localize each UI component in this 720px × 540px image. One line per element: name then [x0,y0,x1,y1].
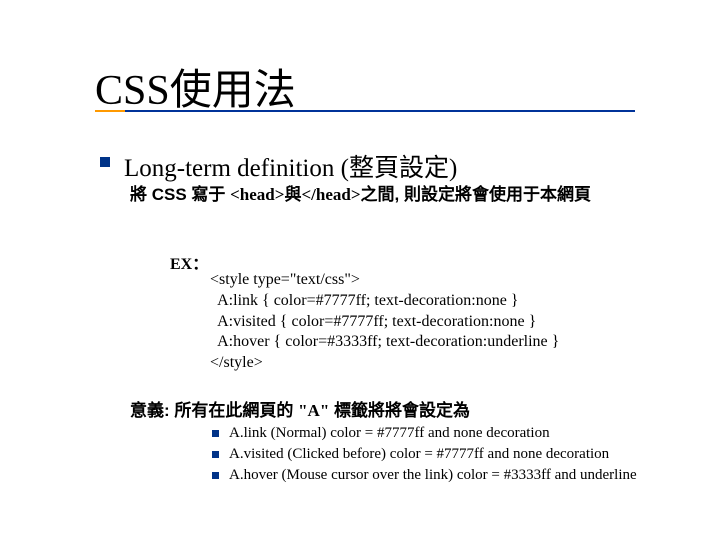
desc-b: <head>與</head> [230,185,360,204]
title-underline [95,110,635,112]
lvl1-cjk: 整頁設定 [349,154,449,182]
sub-bullet-list: A.link (Normal) color = #7777ff and none… [212,424,672,486]
sub-item-2: A.visited (Clicked before) color = #7777… [229,445,609,464]
bullet-level1-text: Long-term definition (整頁設定) [124,148,457,184]
meaning-b: "A" [298,401,329,420]
list-item: A.hover (Mouse cursor over the link) col… [212,466,672,485]
title-cjk: 使用法 [170,66,296,113]
sub-item-3: A.hover (Mouse cursor over the link) col… [229,466,637,485]
meaning-line: 意義: 所有在此網頁的 "A" 標籤將將會設定為 [130,396,470,421]
sub-item-1: A.link (Normal) color = #7777ff and none… [229,424,550,443]
meaning-a: 意義: 所有在此網頁的 [130,401,298,420]
square-bullet-icon [212,430,219,437]
bullet-level1: Long-term definition (整頁設定) [100,148,457,184]
square-bullet-icon [100,157,110,167]
title-latin: CSS [95,68,170,114]
desc-a: 將 CSS 寫于 [130,185,230,204]
desc-c: 之間, 則設定將會使用于本網頁 [361,185,591,204]
code-block: <style type="text/css"> A:link { color=#… [210,270,559,374]
code-line-5: </style> [210,354,263,371]
description-line: 將 CSS 寫于 <head>與</head>之間, 則設定將會使用于本網頁 [130,184,670,205]
code-line-1: <style type="text/css"> [210,271,360,288]
code-line-3: A:visited { color=#7777ff; text-decorati… [210,313,536,330]
example-label: EX： [170,250,208,274]
meaning-c: 標籤將將會設定為 [329,401,470,420]
list-item: A.link (Normal) color = #7777ff and none… [212,424,672,443]
slide-title-wrap: CSS使用法 [95,56,296,117]
slide-title: CSS使用法 [95,66,296,113]
code-line-4: A:hover { color=#3333ff; text-decoration… [210,333,559,350]
lvl1-close: ) [449,155,457,182]
square-bullet-icon [212,472,219,479]
title-accent [95,110,125,112]
code-line-2: A:link { color=#7777ff; text-decoration:… [210,292,518,309]
list-item: A.visited (Clicked before) color = #7777… [212,445,672,464]
lvl1-en: Long-term definition ( [124,155,349,182]
slide: CSS使用法 Long-term definition (整頁設定) 將 CSS… [0,0,720,540]
square-bullet-icon [212,451,219,458]
